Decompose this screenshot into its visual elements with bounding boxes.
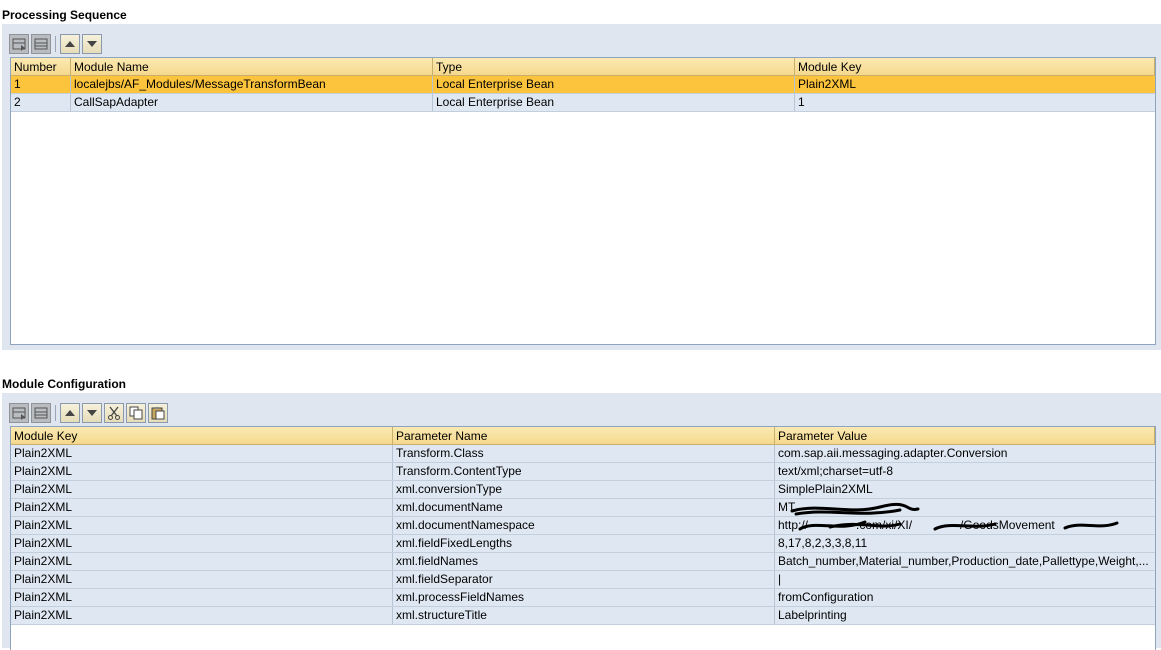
move-up-button[interactable] — [60, 403, 80, 423]
column-header-module-key[interactable]: Module Key — [11, 427, 393, 444]
copy-button[interactable] — [126, 403, 146, 423]
cell-parameter-value[interactable]: Batch_number,Material_number,Production_… — [775, 553, 1155, 570]
cell-parameter-value[interactable]: text/xml;charset=utf-8 — [775, 463, 1155, 480]
table-row[interactable]: Plain2XML Transform.Class com.sap.aii.mess… — [11, 445, 1155, 463]
cell-parameter-name[interactable]: xml.structureTitle — [393, 607, 775, 624]
cell-parameter-name[interactable]: xml.fieldFixedLengths — [393, 535, 775, 552]
cell-module-key[interactable]: 1 — [795, 94, 1155, 111]
cell-module-key[interactable]: Plain2XML — [11, 607, 393, 624]
cell-module-key[interactable]: Plain2XML — [11, 535, 393, 552]
cell-parameter-name[interactable]: xml.conversionType — [393, 481, 775, 498]
value-fragment: .com/xi/XI/ — [856, 518, 913, 532]
cell-parameter-value[interactable]: 8,17,8,2,3,3,8,11 — [775, 535, 1155, 552]
cell-module-key[interactable]: Plain2XML — [11, 481, 393, 498]
cell-parameter-name[interactable]: xml.processFieldNames — [393, 589, 775, 606]
cell-type[interactable]: Local Enterprise Bean — [433, 94, 795, 111]
table-row[interactable]: Plain2XML Transform.ContentType text/xml;c… — [11, 463, 1155, 481]
cell-module-name[interactable]: localejbs/AF_Modules/MessageTransformBea… — [71, 76, 433, 93]
cell-module-key[interactable]: Plain2XML — [11, 553, 393, 570]
insert-row-button[interactable] — [9, 34, 29, 54]
cell-parameter-value[interactable]: SimplePlain2XML — [775, 481, 1155, 498]
module-config-toolbar — [9, 401, 170, 425]
table-row[interactable]: 2 CallSapAdapter Local Enterprise Bean 1 — [11, 94, 1155, 112]
insert-row-button[interactable] — [9, 403, 29, 423]
table-row[interactable]: Plain2XML xml.documentName MT_ — [11, 499, 1155, 517]
table-header-row: Module Key Parameter Name Parameter Valu… — [11, 427, 1155, 445]
cell-parameter-value[interactable]: http:// .com/xi/XI/ /GoodsMovement — [775, 517, 1155, 534]
cell-number[interactable]: 2 — [11, 94, 71, 111]
cell-parameter-value[interactable]: com.sap.aii.messaging.adapter.Conversion — [775, 445, 1155, 462]
cell-module-key[interactable]: Plain2XML — [11, 589, 393, 606]
table-row[interactable]: Plain2XML xml.conversionType SimplePlain2X… — [11, 481, 1155, 499]
move-down-icon — [87, 410, 97, 416]
cell-parameter-value[interactable]: | — [775, 571, 1155, 588]
table-row[interactable]: Plain2XML xml.processFieldNames fromConfig… — [11, 589, 1155, 607]
cell-type[interactable]: Local Enterprise Bean — [433, 76, 795, 93]
cell-parameter-name[interactable]: xml.documentName — [393, 499, 775, 516]
module-config-rows: Plain2XML Transform.Class com.sap.aii.mess… — [11, 445, 1155, 625]
cell-module-key[interactable]: Plain2XML — [11, 499, 393, 516]
cell-parameter-name[interactable]: xml.fieldSeparator — [393, 571, 775, 588]
delete-row-button[interactable] — [31, 403, 51, 423]
paste-button[interactable] — [148, 403, 168, 423]
move-up-icon — [65, 410, 75, 416]
paste-icon — [151, 407, 165, 420]
cell-parameter-name[interactable]: xml.documentNamespace — [393, 517, 775, 534]
column-header-parameter-value[interactable]: Parameter Value — [775, 427, 1155, 444]
processing-sequence-table: Number Module Name Type Module Key 1 loc… — [10, 57, 1156, 345]
column-header-module-key[interactable]: Module Key — [795, 58, 1155, 75]
column-header-parameter-name[interactable]: Parameter Name — [393, 427, 775, 444]
column-header-module-name[interactable]: Module Name — [71, 58, 433, 75]
table-row[interactable]: Plain2XML xml.fieldNames Batch_number,Mate… — [11, 553, 1155, 571]
module-configuration-title: Module Configuration — [2, 377, 126, 391]
copy-icon — [129, 406, 143, 420]
cell-module-key[interactable]: Plain2XML — [11, 463, 393, 480]
delete-row-button[interactable] — [31, 34, 51, 54]
cut-icon — [108, 406, 120, 420]
table-row[interactable]: Plain2XML xml.fieldFixedLengths 8,17,8,2,3… — [11, 535, 1155, 553]
processing-sequence-title: Processing Sequence — [2, 8, 127, 22]
cell-module-key[interactable]: Plain2XML — [11, 571, 393, 588]
cell-number[interactable]: 1 — [11, 76, 71, 93]
delete-row-icon — [34, 407, 48, 419]
insert-row-icon — [12, 38, 26, 51]
processing-toolbar — [9, 32, 104, 56]
table-row[interactable]: Plain2XML xml.documentNamespace http:// .co… — [11, 517, 1155, 535]
toolbar-separator — [55, 36, 56, 52]
column-header-type[interactable]: Type — [433, 58, 795, 75]
cell-parameter-value[interactable]: fromConfiguration — [775, 589, 1155, 606]
cell-parameter-value[interactable]: Labelprinting — [775, 607, 1155, 624]
value-fragment: http:// — [778, 518, 809, 532]
table-row[interactable]: Plain2XML xml.structureTitle Labelprinting — [11, 607, 1155, 625]
move-down-icon — [87, 41, 97, 47]
move-down-button[interactable] — [82, 403, 102, 423]
insert-row-icon — [12, 407, 26, 420]
cell-module-key[interactable]: Plain2XML — [11, 445, 393, 462]
cell-module-key[interactable]: Plain2XML — [795, 76, 1155, 93]
table-header-row: Number Module Name Type Module Key — [11, 58, 1155, 76]
cell-module-name[interactable]: CallSapAdapter — [71, 94, 433, 111]
cell-parameter-value[interactable]: MT_ — [775, 499, 1155, 516]
cell-parameter-name[interactable]: xml.fieldNames — [393, 553, 775, 570]
toolbar-separator — [55, 405, 56, 421]
delete-row-icon — [34, 38, 48, 50]
move-up-button[interactable] — [60, 34, 80, 54]
module-configuration-table: Module Key Parameter Name Parameter Valu… — [10, 426, 1156, 650]
cell-parameter-name[interactable]: Transform.Class — [393, 445, 775, 462]
table-row[interactable]: Plain2XML xml.fieldSeparator | — [11, 571, 1155, 589]
move-up-icon — [65, 41, 75, 47]
column-header-number[interactable]: Number — [11, 58, 71, 75]
table-row[interactable]: 1 localejbs/AF_Modules/MessageTransformB… — [11, 76, 1155, 94]
cell-module-key[interactable]: Plain2XML — [11, 517, 393, 534]
value-fragment: /GoodsMovement — [960, 518, 1055, 532]
cell-parameter-name[interactable]: Transform.ContentType — [393, 463, 775, 480]
move-down-button[interactable] — [82, 34, 102, 54]
cut-button[interactable] — [104, 403, 124, 423]
